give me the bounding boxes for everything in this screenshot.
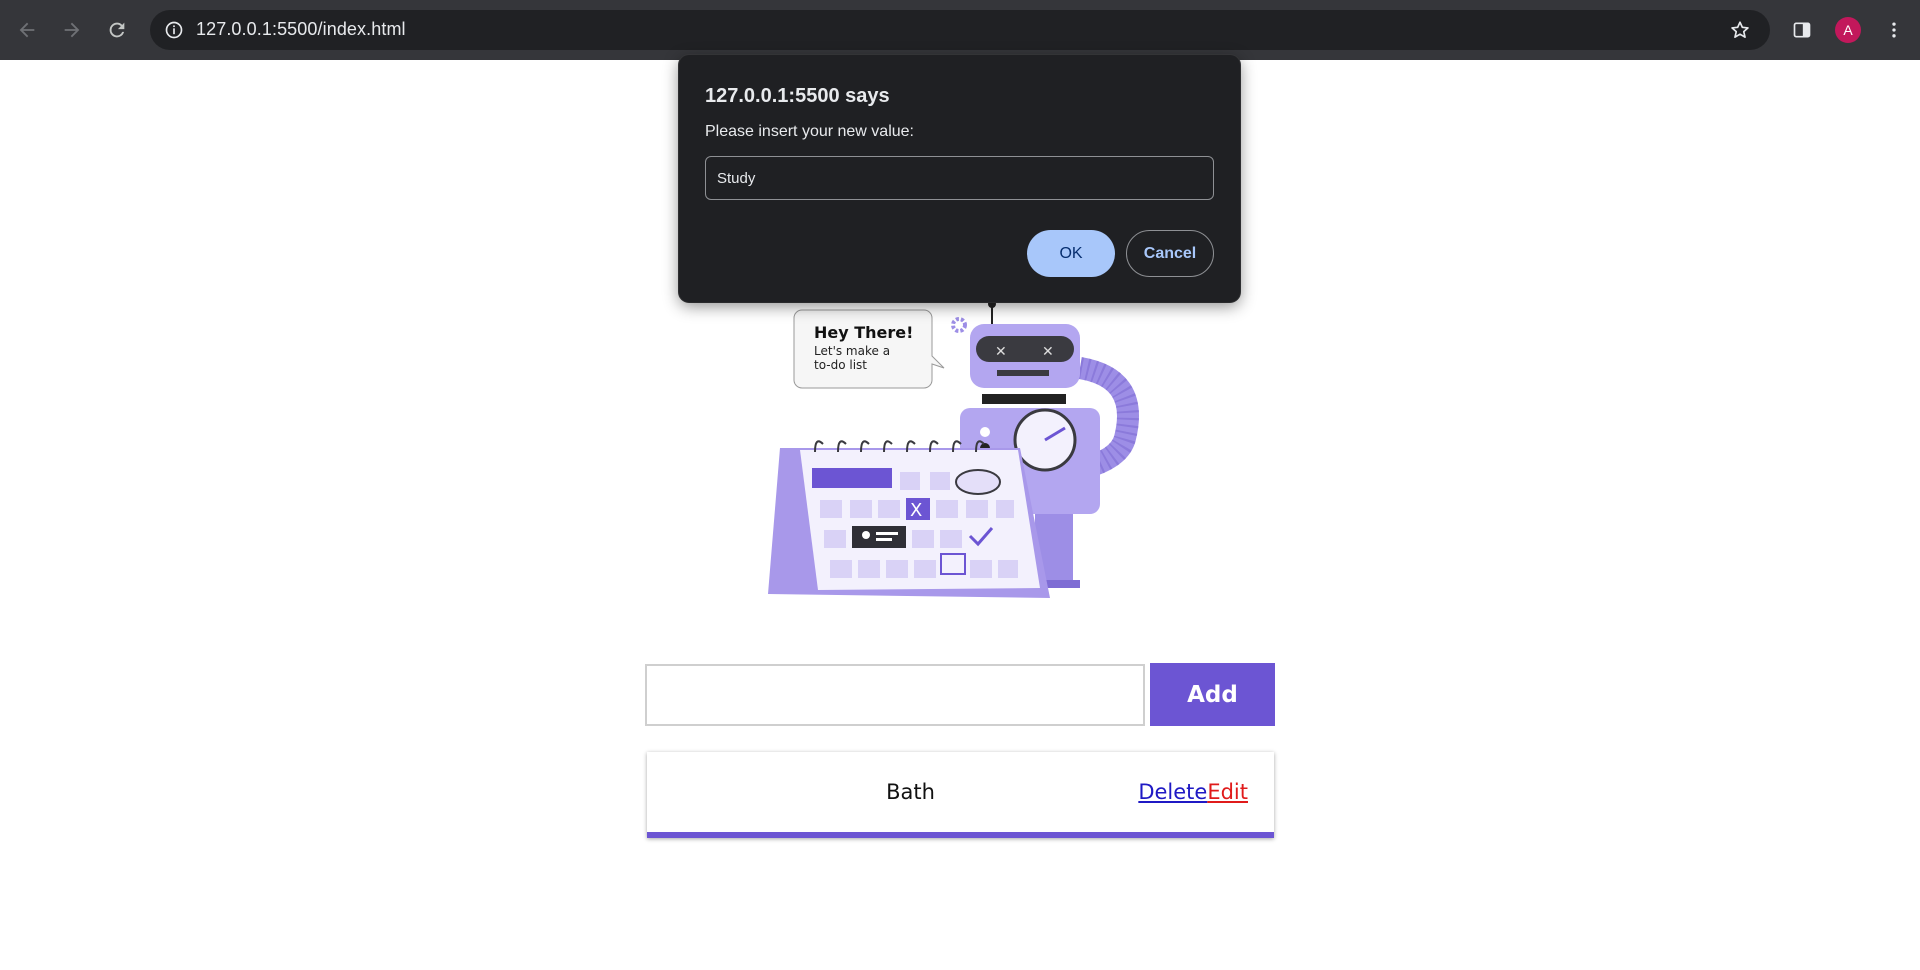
prompt-dialog: 127.0.0.1:5500 says Please insert your n…	[679, 55, 1240, 302]
url-text[interactable]: 127.0.0.1:5500/index.html	[196, 19, 406, 40]
reload-icon	[109, 22, 125, 38]
forward-button[interactable]	[54, 12, 90, 48]
gear-icon	[951, 317, 967, 333]
edit-link[interactable]: Edit	[1207, 780, 1248, 804]
browser-toolbar: 127.0.0.1:5500/index.html A	[0, 0, 1920, 60]
todo-list: Bath DeleteEdit	[647, 752, 1274, 838]
side-panel-icon	[1793, 22, 1811, 38]
delete-link[interactable]: Delete	[1138, 780, 1207, 804]
todo-item-text: Bath	[886, 780, 935, 804]
back-button[interactable]	[9, 12, 45, 48]
dialog-input[interactable]	[705, 156, 1214, 200]
calendar: X	[768, 440, 1050, 598]
svg-text:✕: ✕	[995, 344, 1007, 360]
add-button[interactable]: Add	[1150, 663, 1275, 726]
ok-button[interactable]: OK	[1027, 230, 1115, 277]
list-item: Bath DeleteEdit	[647, 752, 1274, 838]
star-icon[interactable]	[1728, 18, 1752, 42]
menu-button[interactable]	[1876, 12, 1912, 48]
back-arrow-icon	[19, 22, 35, 38]
robot-head: ✕ ✕	[970, 300, 1080, 404]
info-icon[interactable]	[162, 18, 186, 42]
dialog-message: Please insert your new value:	[705, 123, 914, 140]
robot-calendar-illustration: Hey There! Let's make a to-do list ✕ ✕ X	[768, 300, 1139, 598]
side-panel-button[interactable]	[1784, 12, 1820, 48]
bubble-line1: Let's make a	[814, 344, 890, 358]
todo-item-actions: DeleteEdit	[1138, 780, 1248, 804]
todo-input[interactable]	[645, 664, 1145, 726]
profile-button[interactable]: A	[1830, 12, 1866, 48]
address-bar[interactable]: 127.0.0.1:5500/index.html	[150, 10, 1770, 50]
svg-text:X: X	[910, 500, 922, 521]
cancel-button[interactable]: Cancel	[1126, 230, 1214, 277]
bubble-title: Hey There!	[814, 323, 913, 342]
bubble-line2: to-do list	[814, 358, 867, 372]
dialog-title: 127.0.0.1:5500 says	[705, 85, 890, 107]
forward-arrow-icon	[64, 22, 80, 38]
speech-bubble: Hey There! Let's make a to-do list	[793, 309, 945, 389]
svg-text:✕: ✕	[1042, 344, 1054, 360]
avatar: A	[1835, 17, 1861, 43]
more-vert-icon	[1892, 22, 1896, 38]
reload-button[interactable]	[99, 12, 135, 48]
